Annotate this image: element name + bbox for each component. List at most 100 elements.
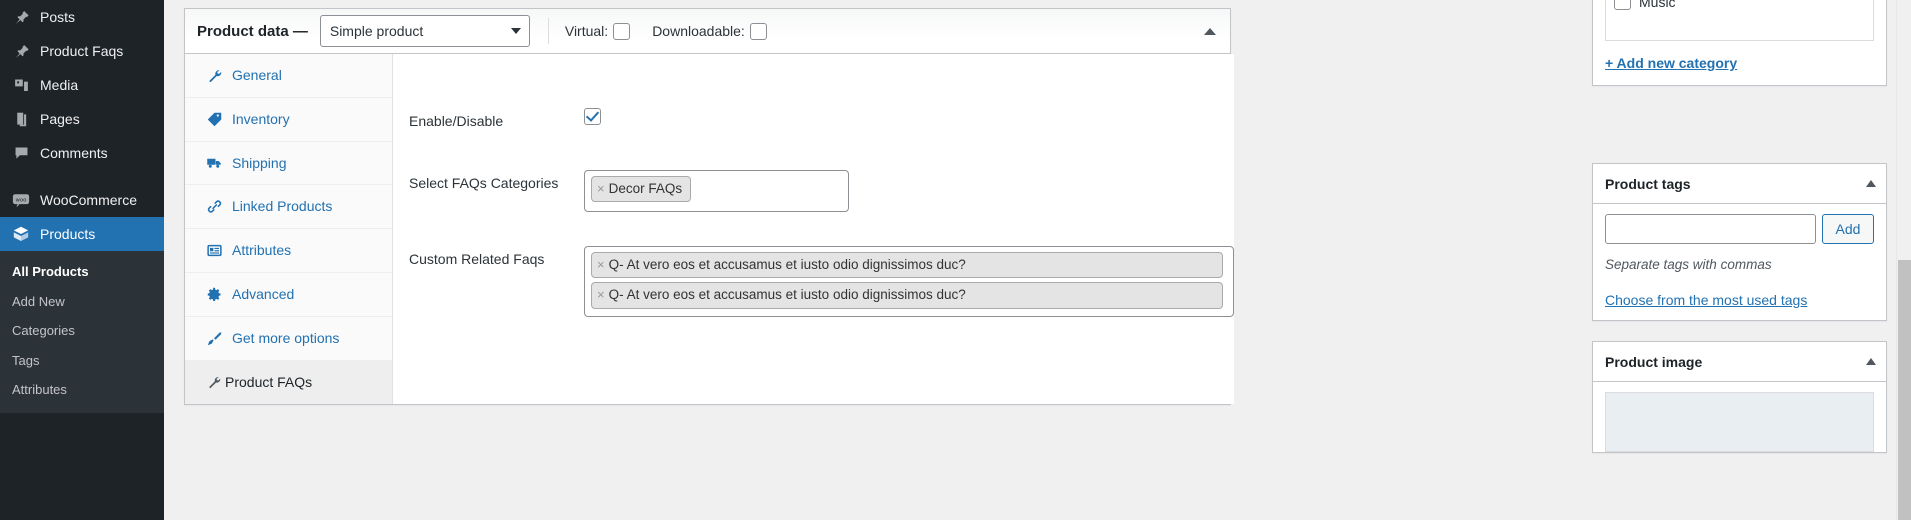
pin-icon	[11, 7, 31, 27]
triangle-up-icon[interactable]	[1866, 179, 1876, 187]
sidebar-item-product-faqs[interactable]: Product Faqs	[0, 34, 164, 68]
add-tag-button[interactable]: Add	[1822, 214, 1874, 244]
header-divider	[547, 18, 549, 44]
add-new-category-link[interactable]: + Add new category	[1605, 55, 1737, 71]
plugin-icon	[205, 331, 223, 346]
remove-tag-icon[interactable]: ×	[597, 286, 605, 304]
truck-icon	[205, 155, 223, 170]
product-image-box: Product image	[1592, 341, 1887, 453]
sidebar-item-products[interactable]: Products	[0, 217, 172, 251]
sidebar-item-comments[interactable]: Comments	[0, 136, 164, 170]
list-icon	[205, 243, 223, 258]
faqs-categories-select[interactable]: × Decor FAQs	[584, 170, 849, 213]
tab-attributes[interactable]: Attributes	[185, 229, 392, 273]
tab-product-faqs[interactable]: Product FAQs	[185, 360, 392, 405]
submenu-item-attributes[interactable]: Attributes	[0, 375, 164, 405]
tag-label: Q- At vero eos et accusamus et iusto odi…	[608, 257, 966, 273]
pages-icon	[11, 109, 31, 129]
product-data-panel: Product data — Simple product Virtual: D…	[184, 8, 1234, 406]
woo-icon: woo	[11, 190, 31, 210]
submenu-item-tags[interactable]: Tags	[0, 346, 164, 376]
tab-advanced[interactable]: Advanced	[185, 273, 392, 317]
page-scrollbar[interactable]	[1896, 0, 1911, 520]
tab-product-faqs-link[interactable]: Product FAQs	[185, 361, 391, 404]
virtual-field: Virtual:	[564, 22, 631, 40]
submenu-item-categories[interactable]: Categories	[0, 316, 164, 346]
downloadable-checkbox[interactable]	[749, 22, 767, 40]
remove-tag-icon[interactable]: ×	[597, 256, 605, 274]
tab-attributes-link[interactable]: Attributes	[185, 229, 392, 272]
faqs-categories-row: Select FAQs Categories × Decor FAQs	[393, 164, 1234, 218]
most-used-tags-link[interactable]: Choose from the most used tags	[1605, 292, 1807, 308]
custom-related-faqs-select[interactable]: × Q- At vero eos et accusamus et iusto od…	[584, 246, 1234, 317]
product-type-select[interactable]: Simple product	[319, 15, 530, 47]
selected-tag[interactable]: × Q- At vero eos et accusamus et iusto od…	[591, 252, 1223, 279]
downloadable-label: Downloadable:	[652, 23, 745, 39]
sidebar-item-label: Products	[40, 226, 96, 242]
faqs-categories-label: Select FAQs Categories	[409, 175, 559, 192]
tab-get-more-options-link[interactable]: Get more options	[185, 317, 392, 360]
selected-tag[interactable]: × Q- At vero eos et accusamus et iusto od…	[591, 282, 1223, 309]
panel-collapse-toggle[interactable]	[1200, 23, 1220, 39]
admin-sidebar: Posts Product Faqs Media Pages Comments	[0, 0, 172, 520]
product-data-header: Product data — Simple product Virtual: D…	[185, 9, 1230, 54]
tab-shipping[interactable]: Shipping	[185, 142, 392, 186]
products-submenu: All Products Add New Categories Tags Att…	[0, 251, 164, 413]
sidebar-item-woocommerce[interactable]: woo WooCommerce	[0, 183, 164, 217]
comments-icon	[11, 143, 31, 163]
tab-advanced-link[interactable]: Advanced	[185, 273, 392, 316]
product-categories-box: Tshirts Decor Music + Add new category	[1592, 0, 1887, 86]
tag-label: Decor FAQs	[608, 181, 683, 197]
product-type-select-wrap: Simple product	[319, 15, 530, 47]
triangle-up-icon[interactable]	[1866, 357, 1876, 365]
product-image-placeholder[interactable]	[1605, 392, 1874, 452]
main-content: Product data — Simple product Virtual: D…	[164, 0, 1911, 520]
tab-general[interactable]: General	[185, 54, 392, 98]
screen-root: Posts Product Faqs Media Pages Comments	[0, 0, 1911, 520]
remove-tag-icon[interactable]: ×	[597, 180, 605, 198]
triangle-up-icon	[1204, 27, 1216, 35]
submenu-item-add-new[interactable]: Add New	[0, 287, 164, 317]
sidebar-item-label: Comments	[40, 145, 108, 161]
sidebar-item-media[interactable]: Media	[0, 68, 164, 102]
tab-label: Linked Products	[232, 198, 333, 215]
product-tags-title: Product tags	[1605, 175, 1691, 192]
tag-label: Q- At vero eos et accusamus et iusto odi…	[608, 287, 966, 303]
product-image-header: Product image	[1593, 342, 1886, 382]
sidebar-item-posts[interactable]: Posts	[0, 0, 164, 34]
sidebar-item-label: Posts	[40, 9, 76, 25]
category-item-music[interactable]: Music	[1614, 0, 1865, 13]
submenu-item-all-products[interactable]: All Products	[0, 257, 164, 287]
new-tag-input[interactable]	[1605, 214, 1816, 244]
media-icon	[11, 75, 31, 95]
custom-related-faqs-row: Custom Related Faqs × Q- At vero eos et a…	[393, 240, 1234, 322]
sidebar-item-label: Pages	[40, 111, 80, 127]
category-checkbox[interactable]	[1614, 0, 1631, 10]
category-label: Music	[1639, 0, 1676, 10]
tags-hint: Separate tags with commas	[1605, 257, 1772, 272]
link-icon	[205, 199, 223, 214]
pin-icon	[11, 41, 31, 61]
tab-shipping-link[interactable]: Shipping	[185, 142, 392, 185]
tab-linked-products[interactable]: Linked Products	[185, 185, 392, 230]
scrollbar-thumb[interactable]	[1898, 260, 1911, 520]
custom-related-faqs-label: Custom Related Faqs	[409, 251, 545, 268]
sidebar-item-pages[interactable]: Pages	[0, 102, 164, 136]
tab-label: General	[232, 67, 282, 83]
product-categories-list[interactable]: Tshirts Decor Music	[1605, 0, 1874, 41]
products-icon	[11, 224, 31, 244]
tab-general-link[interactable]: General	[185, 54, 392, 97]
enable-disable-row: Enable/Disable	[393, 102, 1234, 136]
selected-tag[interactable]: × Decor FAQs	[591, 176, 692, 203]
tag-icon	[205, 112, 223, 127]
tab-label: Inventory	[232, 110, 290, 127]
virtual-label: Virtual:	[564, 23, 609, 39]
virtual-checkbox[interactable]	[613, 22, 631, 40]
tab-get-more-options[interactable]: Get more options	[185, 317, 392, 361]
tab-linked-products-link[interactable]: Linked Products	[185, 185, 392, 228]
wrench-icon	[205, 68, 223, 83]
tab-inventory-link[interactable]: Inventory	[185, 98, 392, 141]
enable-disable-checkbox[interactable]	[584, 108, 601, 125]
tab-inventory[interactable]: Inventory	[185, 98, 392, 142]
svg-text:woo: woo	[16, 197, 27, 203]
